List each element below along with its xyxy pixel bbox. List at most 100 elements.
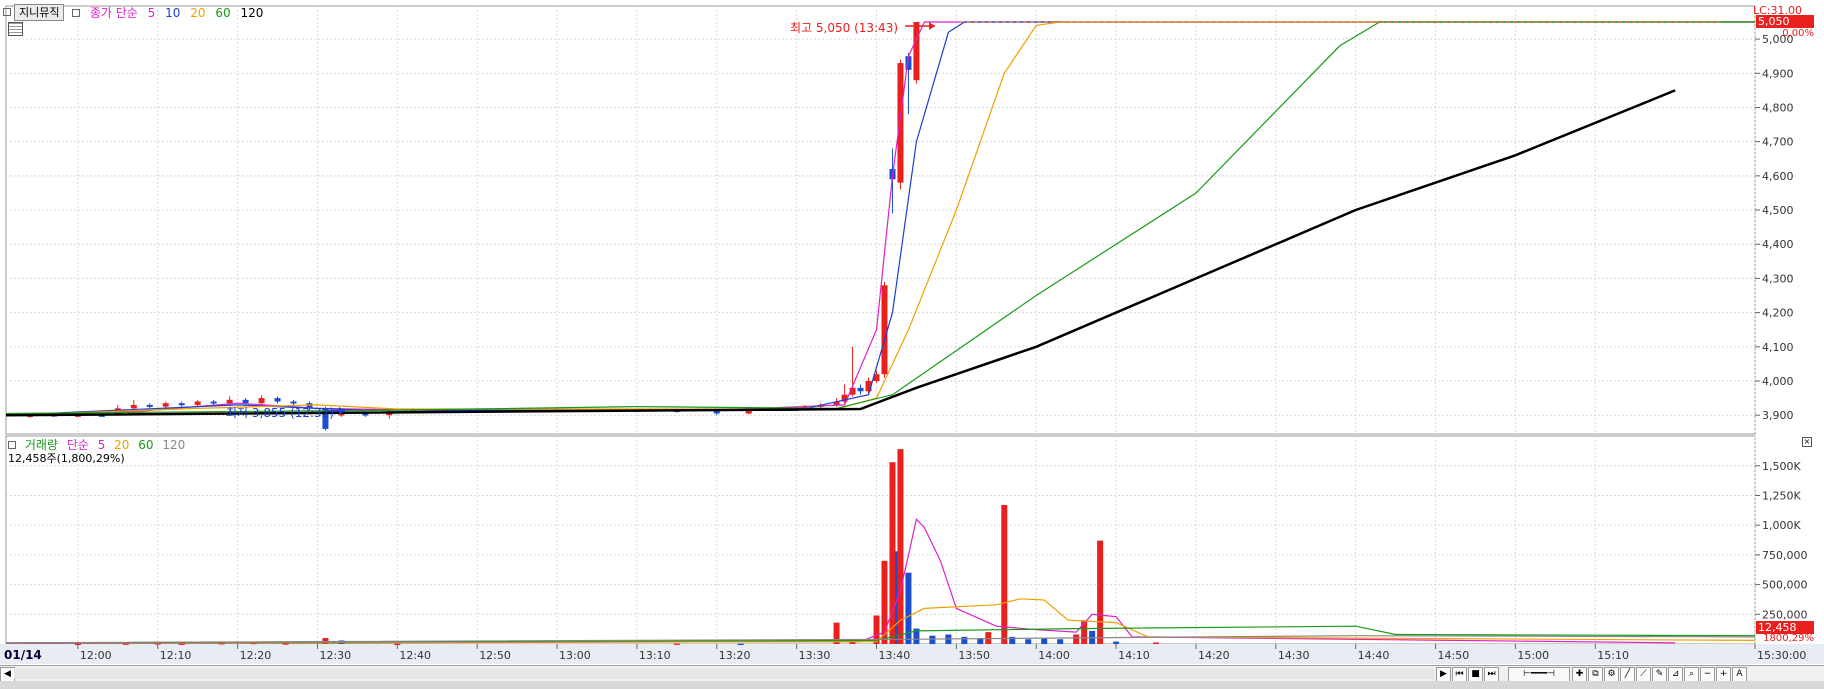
volume-bar — [673, 643, 680, 645]
volume-bar — [1073, 634, 1080, 644]
time-tick-label: 13:20 — [719, 649, 751, 662]
scroll-track[interactable] — [14, 668, 1434, 679]
volume-tick-label: 250,000 — [1762, 608, 1808, 621]
volume-bar — [897, 449, 904, 644]
price-tick-label: 4,400 — [1762, 238, 1794, 251]
table-view-icon[interactable] — [8, 22, 23, 36]
low-annotation: 최저 3,855 (12:32) — [226, 406, 335, 420]
price-tick-label: 4,100 — [1762, 341, 1794, 354]
candle-body — [857, 387, 864, 392]
price-ma-legend: 종가 단순 5 10 20 60 120 — [72, 4, 269, 21]
candle-body — [881, 285, 888, 375]
price-change-badge: 0,00% — [1782, 28, 1814, 39]
rewind-icon[interactable]: ⏮ — [1452, 667, 1467, 682]
settings-icon[interactable]: ⚙ — [1604, 667, 1619, 682]
scroll-left-icon[interactable]: ◀ — [0, 667, 15, 682]
price-tick-label: 4,900 — [1762, 67, 1794, 80]
volume-toggle-icon[interactable] — [8, 441, 16, 449]
candle-body — [146, 404, 153, 407]
zoom-out-icon[interactable]: − — [1700, 667, 1715, 682]
volume-tick-label: 500,000 — [1762, 579, 1808, 592]
candle-body — [194, 401, 201, 405]
crosshair-icon[interactable]: ✚ — [1572, 667, 1587, 682]
candle-body — [274, 398, 281, 402]
time-tick-label: 12:10 — [160, 649, 192, 662]
candle-body — [130, 404, 137, 409]
price-tick-label: 4,700 — [1762, 136, 1794, 149]
time-tick-label: 14:50 — [1438, 649, 1470, 662]
close-panel-icon[interactable]: × — [1802, 437, 1812, 447]
volume-pct-badge: 1800,29% — [1763, 633, 1814, 644]
time-tick-label: 12:30 — [319, 649, 351, 662]
draw-line-icon[interactable]: ╱ — [1620, 667, 1635, 682]
time-tick-label: 12:00 — [80, 649, 112, 662]
ma-period-60[interactable]: 60 — [215, 6, 230, 20]
ma-period-10[interactable]: 10 — [165, 6, 180, 20]
volume-bar — [737, 643, 744, 646]
time-tick-label: 15:00 — [1517, 649, 1549, 662]
price-tick-label: 4,500 — [1762, 204, 1794, 217]
time-tick-label: 14:30 — [1278, 649, 1310, 662]
vol-ma-period-120[interactable]: 120 — [162, 438, 185, 452]
price-tick-label: 4,000 — [1762, 375, 1794, 388]
time-tick-label: 14:20 — [1198, 649, 1230, 662]
price-badge: 5,050 — [1756, 15, 1814, 28]
stop-icon[interactable]: ■ — [1468, 667, 1483, 682]
candle-body — [162, 403, 169, 407]
time-tick-label: 12:20 — [240, 649, 272, 662]
volume-tick-label: 1,250K — [1762, 489, 1801, 502]
volume-bar — [394, 643, 401, 646]
price-tick-label: 4,300 — [1762, 272, 1794, 285]
status-bar — [0, 681, 1824, 689]
volume-tick-label: 1,000K — [1762, 519, 1801, 532]
time-tick-label: 14:00 — [1038, 649, 1070, 662]
price-tick-label: 4,200 — [1762, 307, 1794, 320]
candle-body — [897, 63, 904, 183]
candle-body — [178, 403, 185, 406]
chart-scrollbar[interactable]: ◀ ▶ ⏮ ■ ⏭ ⊢━━━⊣ ✚ ⧉ ⚙ ╱ ⟋ ✎ ⊿ ⌕ − + A — [0, 665, 1824, 682]
volume-tick-label: 1,500K — [1762, 460, 1801, 473]
volume-bar — [1057, 639, 1064, 644]
time-tick-label: 12:50 — [479, 649, 511, 662]
time-tick-label: 13:40 — [879, 649, 911, 662]
price-tick-label: 4,600 — [1762, 170, 1794, 183]
symbol-name-button[interactable]: 지니뮤직 — [14, 4, 65, 21]
high-annotation: 최고 5,050 (13:43) — [790, 21, 899, 35]
ma-period-5[interactable]: 5 — [148, 6, 156, 20]
candle-body — [210, 401, 217, 404]
fast-forward-icon[interactable]: ⏭ — [1484, 667, 1499, 682]
measure-icon[interactable]: ⊿ — [1668, 667, 1683, 682]
copy-icon[interactable]: ⧉ — [1588, 667, 1603, 682]
volume-panel-frame — [5, 435, 1756, 645]
scroll-right-icon[interactable]: ▶ — [1436, 667, 1451, 682]
time-tick-label: 14:10 — [1118, 649, 1150, 662]
candle-body — [226, 399, 233, 404]
draw-trend-icon[interactable]: ⟋ — [1636, 667, 1651, 682]
volume-bar — [1025, 639, 1032, 644]
volume-axis: 250,000 500,000 750,000 1,000K 1,250K 1,500K — [1755, 460, 1808, 621]
price-axis: 3,900 4,000 4,100 4,200 4,300 4,400 4,500 4,600… — [1755, 33, 1794, 422]
time-tick-label: 14:40 — [1358, 649, 1390, 662]
time-tick-label: 15:30:00 — [1757, 649, 1806, 662]
stock-chart[interactable]: 3,900 4,000 4,100 4,200 4,300 4,400 4,500 4,600… — [0, 0, 1824, 665]
zoom-search-icon[interactable]: ⌕ — [1684, 667, 1699, 682]
time-tick-label: 13:00 — [559, 649, 591, 662]
candle-body — [242, 399, 249, 404]
vol-ma-period-60[interactable]: 60 — [138, 438, 153, 452]
ma-label: 종가 단순 — [89, 6, 138, 20]
ma-toggle-icon[interactable] — [72, 9, 80, 17]
symbol-toggle-icon[interactable] — [3, 8, 11, 16]
edit-icon[interactable]: ✎ — [1652, 667, 1667, 682]
zoom-slider-icon[interactable]: ⊢━━━⊣ — [1508, 667, 1570, 682]
ma-period-20[interactable]: 20 — [190, 6, 205, 20]
time-tick-label: 13:50 — [958, 649, 990, 662]
font-size-icon[interactable]: A — [1732, 667, 1747, 682]
ma-period-120[interactable]: 120 — [240, 6, 263, 20]
price-tick-label: 3,900 — [1762, 409, 1794, 422]
volume-bar — [1113, 641, 1120, 644]
time-tick-label: 13:30 — [799, 649, 831, 662]
zoom-in-icon[interactable]: + — [1716, 667, 1731, 682]
volume-bar — [1153, 642, 1160, 645]
volume-bar — [929, 635, 936, 644]
price-tick-label: 4,800 — [1762, 101, 1794, 114]
